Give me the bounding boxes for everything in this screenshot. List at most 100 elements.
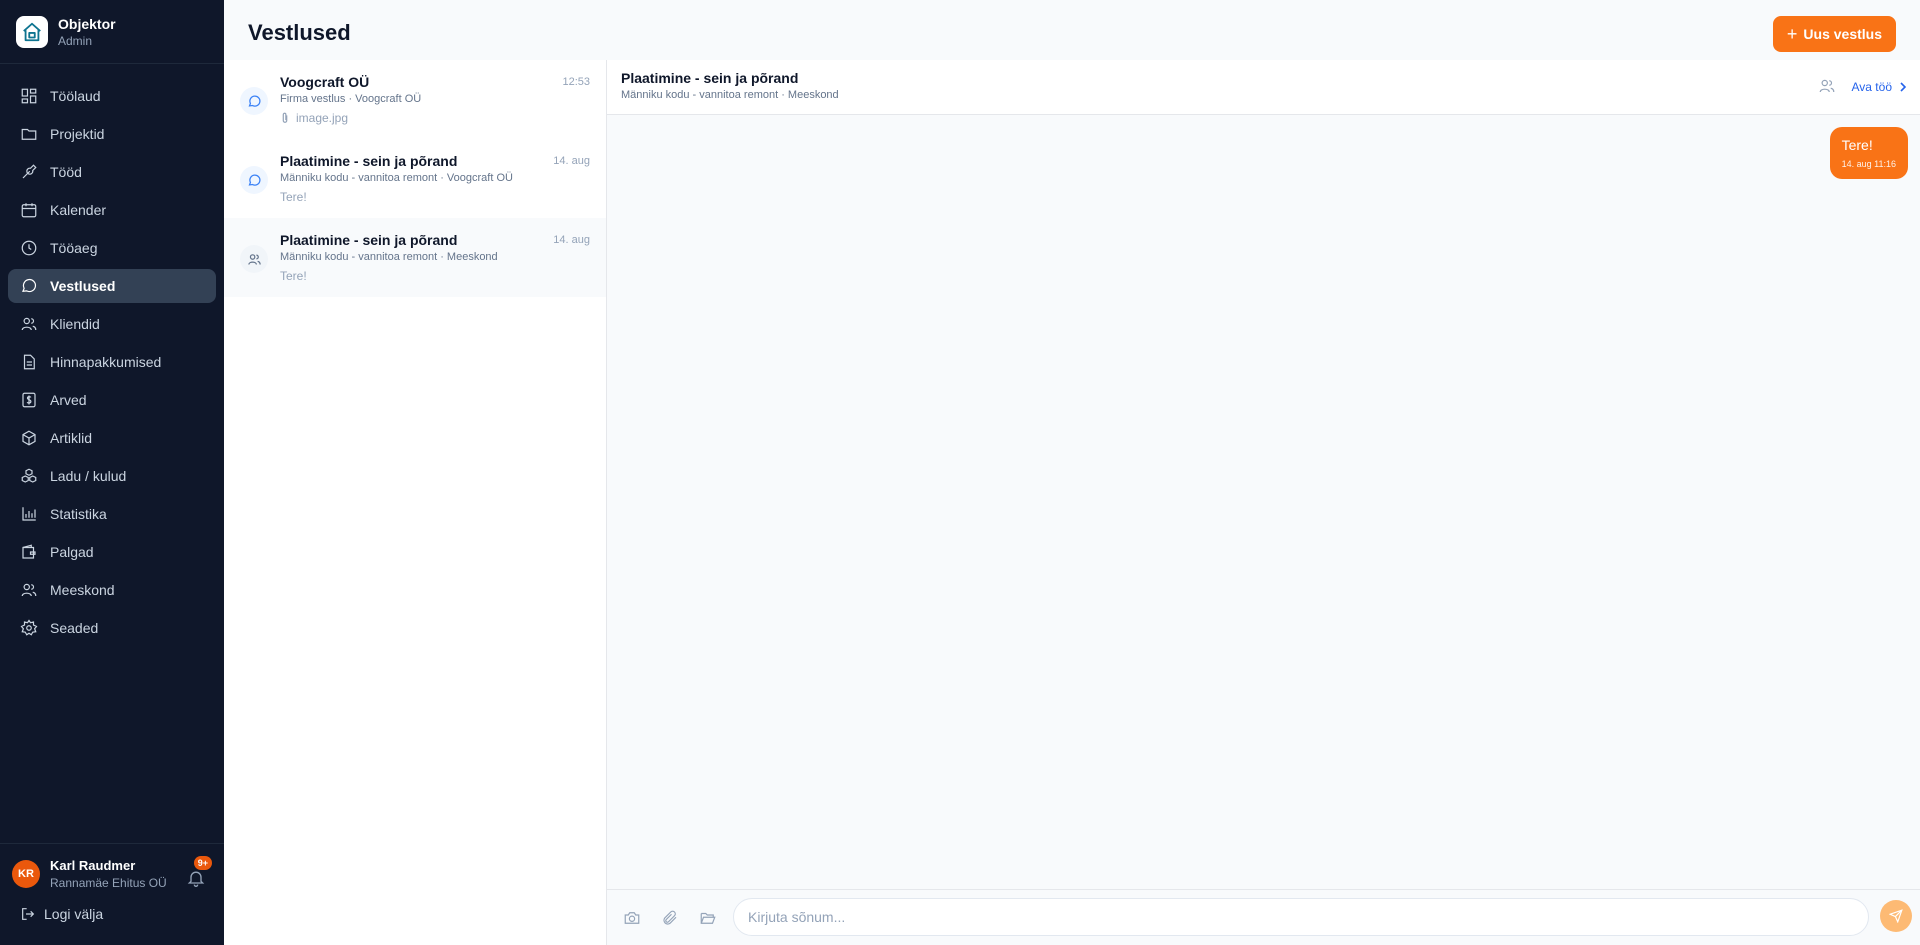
conversation-time: 12:53 <box>562 76 590 88</box>
chat-title: Plaatimine - sein ja põrand <box>621 70 799 86</box>
nav-label: Kalender <box>50 202 107 218</box>
preview-text: image.jpg <box>296 111 349 125</box>
conversation-time: 14. aug <box>553 234 590 246</box>
chat-icon <box>22 278 37 293</box>
nav-label: Seaded <box>50 620 99 636</box>
conversation-preview: image.jpg <box>280 111 590 125</box>
sidebar: Objektor Admin Töölaud Projektid Tööd Ka… <box>0 0 224 945</box>
logout-label: Logi välja <box>44 906 104 922</box>
nav-item-statistika[interactable]: Statistika <box>8 497 216 531</box>
nav-item-seaded[interactable]: Seaded <box>8 611 216 645</box>
open-job-label: Ava töö <box>1851 80 1892 94</box>
nav-item-arved[interactable]: Arved <box>8 383 216 417</box>
folder-icon <box>21 128 37 140</box>
nav-item-kalender[interactable]: Kalender <box>8 193 216 227</box>
chat-header: Plaatimine - sein ja põrand Männiku kodu… <box>607 60 1920 115</box>
gear-icon <box>20 619 38 636</box>
open-job-link[interactable]: Ava töö <box>1852 80 1908 94</box>
plus-icon: + <box>1786 23 1798 44</box>
nav-label: Hinnapakkumised <box>50 354 162 370</box>
conversation-title: Voogcraft OÜ <box>280 74 370 90</box>
dashboard-icon <box>21 88 37 104</box>
conversation-item[interactable]: Voogcraft OÜ 12:53 Firma vestlus · Voogc… <box>224 60 606 139</box>
new-conversation-button[interactable]: + Uus vestlus <box>1772 16 1896 52</box>
nav-label: Ladu / kulud <box>50 468 127 484</box>
send-icon <box>1889 909 1903 923</box>
nav-label: Projektid <box>50 126 105 142</box>
nav-label: Kliendid <box>50 316 100 332</box>
chart-icon <box>22 507 36 521</box>
nav-item-tood[interactable]: Tööd <box>8 155 216 189</box>
nav-item-ladu-kulud[interactable]: Ladu / kulud <box>8 459 216 493</box>
preview-text: Tere! <box>280 269 307 283</box>
nav-label: Palgad <box>50 544 94 560</box>
brand-name: Objektor <box>58 15 116 32</box>
brand-role: Admin <box>58 33 93 48</box>
brand[interactable]: Objektor Admin <box>0 0 224 64</box>
clock-icon <box>21 240 37 256</box>
nav-item-toolaud[interactable]: Töölaud <box>8 79 216 113</box>
nav-item-projektid[interactable]: Projektid <box>8 117 216 151</box>
logout-icon <box>22 908 35 920</box>
nav-label: Meeskond <box>50 582 115 598</box>
paperclip-icon <box>282 112 288 123</box>
logout-button[interactable]: Logi välja <box>12 906 212 922</box>
avatar: KR <box>12 860 40 888</box>
conversation-time: 14. aug <box>553 155 590 167</box>
nav-label: Tööd <box>50 164 82 180</box>
nav-item-kliendid[interactable]: Kliendid <box>8 307 216 341</box>
nav-item-vestlused[interactable]: Vestlused <box>8 269 216 303</box>
house-logo-icon <box>16 15 48 48</box>
message-time: 14. aug 11:16 <box>1841 159 1896 169</box>
nav-item-hinnapakkumised[interactable]: Hinnapakkumised <box>8 345 216 379</box>
conversation-item[interactable]: Plaatimine - sein ja põrand 14. aug Männ… <box>224 139 606 218</box>
wallet-icon <box>22 544 36 559</box>
message-input[interactable] <box>733 898 1869 936</box>
nav-item-palgad[interactable]: Palgad <box>8 535 216 569</box>
preview-text: Tere! <box>280 190 307 204</box>
nav-item-tooaeg[interactable]: Tööaeg <box>8 231 216 265</box>
calendar-icon <box>21 203 37 218</box>
nav-label: Tööaeg <box>50 240 98 256</box>
page-title: Vestlused <box>248 20 351 45</box>
paperclip-icon[interactable] <box>661 909 679 927</box>
nav-item-artiklid[interactable]: Artiklid <box>8 421 216 455</box>
conversation-subtitle: Männiku kodu - vannitoa remont · Meeskon… <box>280 251 498 263</box>
team-icon <box>240 245 268 273</box>
user-name: Karl Raudmer <box>50 858 136 873</box>
participants-icon[interactable] <box>1818 77 1836 95</box>
user-company: Rannamäe Ehitus OÜ <box>50 876 167 890</box>
chevron-right-icon <box>1900 82 1907 92</box>
nav-label: Töölaud <box>50 88 101 104</box>
camera-icon[interactable] <box>623 909 641 927</box>
conversation-title: Plaatimine - sein ja põrand <box>280 232 458 248</box>
conversation-preview: Tere! <box>280 269 590 283</box>
conversation-subtitle: Männiku kodu - vannitoa remont · Voogcra… <box>280 172 513 184</box>
folder-open-icon[interactable] <box>699 909 717 927</box>
users-icon <box>21 317 37 331</box>
new-conversation-label: Uus vestlus <box>1803 26 1882 42</box>
box-icon <box>22 430 36 446</box>
send-button[interactable] <box>1880 900 1912 932</box>
conversation-subtitle: Firma vestlus · Voogcraft OÜ <box>280 93 422 105</box>
main-nav: Töölaud Projektid Tööd Kalender Tööaeg V… <box>0 64 224 645</box>
message-composer <box>607 889 1920 945</box>
chat-icon <box>240 87 268 115</box>
chat-subtitle: Männiku kodu - vannitoa remont · Meeskon… <box>621 89 839 101</box>
nav-label: Arved <box>50 392 87 408</box>
nav-label: Vestlused <box>50 278 116 294</box>
conversation-title: Plaatimine - sein ja põrand <box>280 153 458 169</box>
dollar-icon <box>22 392 36 408</box>
message-bubble: Tere! 14. aug 11:16 <box>1829 127 1908 179</box>
nav-label: Artiklid <box>50 430 93 446</box>
boxes-icon <box>21 468 37 483</box>
conversation-item-selected[interactable]: Plaatimine - sein ja põrand 14. aug Männ… <box>224 218 606 297</box>
message-text: Tere! <box>1841 137 1873 153</box>
conversation-list: Voogcraft OÜ 12:53 Firma vestlus · Voogc… <box>224 60 607 945</box>
user-panel: KR Karl Raudmer Rannamäe Ehitus OÜ 9+ Lo… <box>0 843 224 945</box>
bell-icon[interactable] <box>186 868 206 888</box>
chat-panel: Plaatimine - sein ja põrand Männiku kodu… <box>607 60 1920 945</box>
nav-item-meeskond[interactable]: Meeskond <box>8 573 216 607</box>
chat-icon <box>240 166 268 194</box>
user-profile[interactable]: KR Karl Raudmer Rannamäe Ehitus OÜ <box>12 858 212 890</box>
